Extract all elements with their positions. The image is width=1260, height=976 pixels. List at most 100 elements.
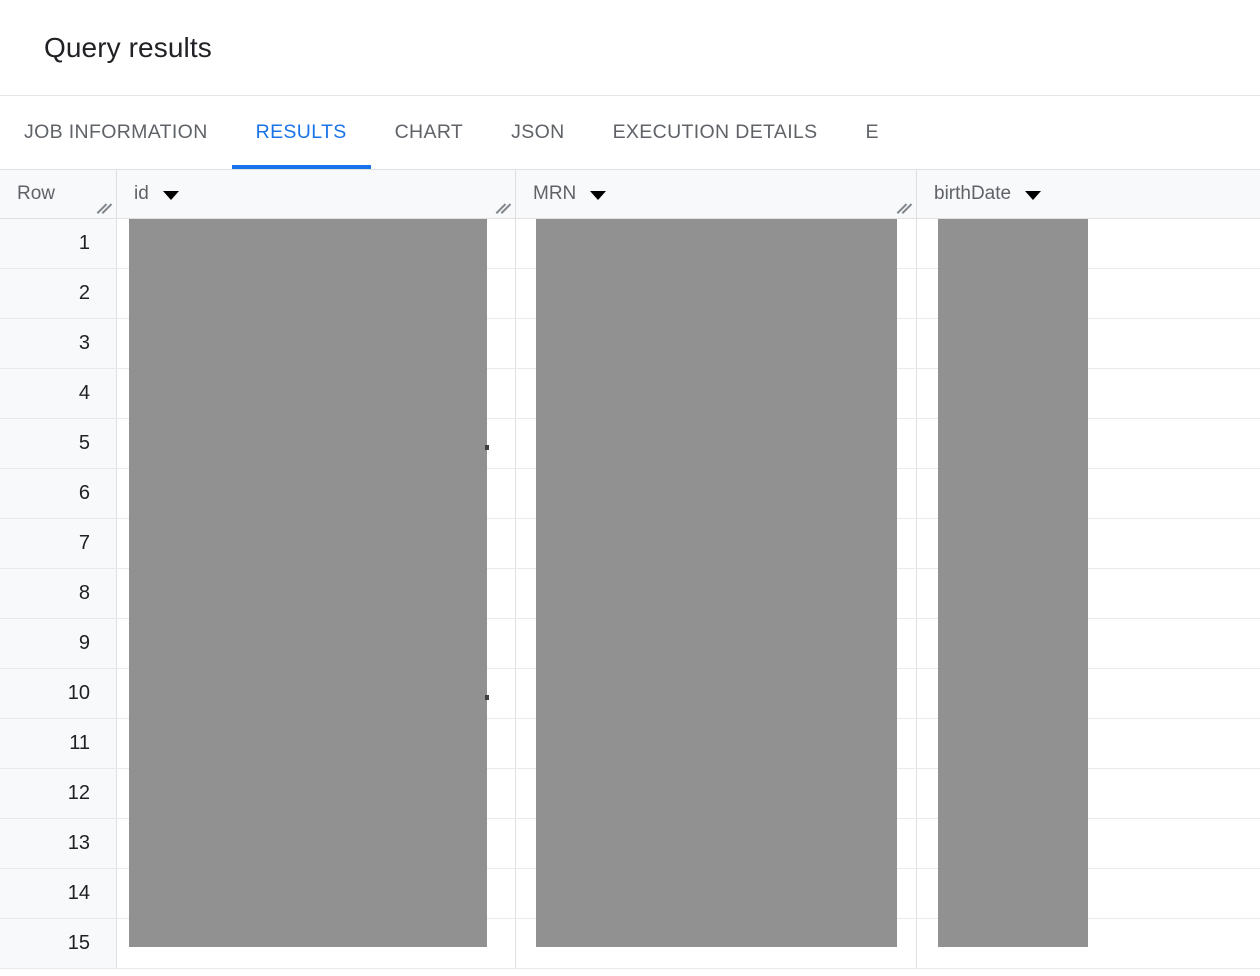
row-number: 9 (0, 619, 117, 668)
row-number: 14 (0, 869, 117, 918)
table-row[interactable]: 5 (0, 419, 1260, 469)
table-cell-mrn[interactable] (516, 819, 917, 868)
table-cell-id[interactable] (117, 719, 516, 768)
tab-label: CHART (394, 121, 464, 143)
table-row[interactable]: 3 (0, 319, 1260, 369)
table-cell-birthdate[interactable] (917, 919, 1260, 968)
column-header-id[interactable]: id (117, 170, 516, 218)
table-cell-id[interactable] (117, 419, 516, 468)
column-header-id-label: id (134, 183, 149, 204)
table-cell-birthdate[interactable] (917, 419, 1260, 468)
tab-results[interactable]: RESULTS (231, 96, 371, 169)
table-cell-mrn[interactable] (516, 419, 917, 468)
column-header-mrn-label: MRN (533, 183, 577, 204)
table-row[interactable]: 12 (0, 769, 1260, 819)
caret-down-icon[interactable] (1025, 190, 1042, 200)
table-cell-id[interactable] (117, 469, 516, 518)
table-cell-mrn[interactable] (516, 369, 917, 418)
page-title: Query results (44, 31, 212, 63)
resize-grip-icon[interactable] (897, 200, 913, 216)
table-cell-mrn[interactable] (516, 469, 917, 518)
table-cell-birthdate[interactable] (917, 519, 1260, 568)
table-cell-birthdate[interactable] (917, 319, 1260, 368)
table-row[interactable]: 8 (0, 569, 1260, 619)
table-cell-mrn[interactable] (516, 719, 917, 768)
table-cell-id[interactable] (117, 869, 516, 918)
table-row[interactable]: 10 (0, 669, 1260, 719)
table-cell-birthdate[interactable] (917, 719, 1260, 768)
table-cell-birthdate[interactable] (917, 369, 1260, 418)
resize-grip-icon[interactable] (97, 200, 113, 216)
table-cell-id[interactable] (117, 769, 516, 818)
row-number-header: Row (0, 170, 117, 218)
table-cell-id[interactable] (117, 619, 516, 668)
table-cell-id[interactable] (117, 519, 516, 568)
table-cell-mrn[interactable] (516, 669, 917, 718)
table-cell-id[interactable] (117, 369, 516, 418)
table-cell-id[interactable] (117, 919, 516, 968)
row-number: 13 (0, 819, 117, 868)
tab-clipped[interactable]: E (842, 96, 879, 169)
table-row[interactable]: 11 (0, 719, 1260, 769)
table-cell-id[interactable] (117, 569, 516, 618)
table-row[interactable]: 9 (0, 619, 1260, 669)
results-grid: Row id MRN birthDate 1 2 3 4 5 6 7 8 9 10 11 12 13 14… (0, 169, 1260, 976)
row-number: 10 (0, 669, 117, 718)
row-number: 5 (0, 419, 117, 468)
table-row[interactable]: 14 (0, 869, 1260, 919)
tab-label: RESULTS (255, 121, 347, 143)
table-row[interactable]: 1 (0, 219, 1260, 269)
row-number: 12 (0, 769, 117, 818)
resize-grip-icon[interactable] (496, 200, 512, 216)
row-number: 11 (0, 719, 117, 768)
table-cell-mrn[interactable] (516, 319, 917, 368)
table-cell-mrn[interactable] (516, 269, 917, 318)
table-cell-id[interactable] (117, 219, 516, 268)
table-row[interactable]: 7 (0, 519, 1260, 569)
table-row[interactable]: 4 (0, 369, 1260, 419)
table-cell-mrn[interactable] (516, 219, 917, 268)
table-cell-id[interactable] (117, 269, 516, 318)
row-number: 2 (0, 269, 117, 318)
tab-strip: JOB INFORMATION RESULTS CHART JSON EXECU… (0, 96, 1260, 169)
column-header-mrn[interactable]: MRN (516, 170, 917, 218)
table-cell-id[interactable] (117, 819, 516, 868)
table-cell-birthdate[interactable] (917, 619, 1260, 668)
tab-label: JSON (511, 121, 565, 143)
table-cell-birthdate[interactable] (917, 219, 1260, 268)
caret-down-icon[interactable] (590, 190, 607, 200)
row-number: 6 (0, 469, 117, 518)
tab-label: JOB INFORMATION (24, 121, 208, 143)
table-cell-birthdate[interactable] (917, 469, 1260, 518)
table-row[interactable]: 15 (0, 919, 1260, 969)
table-cell-birthdate[interactable] (917, 769, 1260, 818)
tab-execution-details[interactable]: EXECUTION DETAILS (589, 96, 842, 169)
table-cell-id[interactable] (117, 669, 516, 718)
column-header-birthdate[interactable]: birthDate (917, 170, 1260, 218)
tab-job-information[interactable]: JOB INFORMATION (0, 96, 232, 169)
table-cell-birthdate[interactable] (917, 669, 1260, 718)
table-row[interactable]: 6 (0, 469, 1260, 519)
table-cell-birthdate[interactable] (917, 269, 1260, 318)
table-cell-mrn[interactable] (516, 769, 917, 818)
tab-chart[interactable]: CHART (371, 96, 488, 169)
tab-label: E (865, 121, 879, 143)
grid-body: 1 2 3 4 5 6 7 8 9 10 11 12 13 14 15 (0, 219, 1260, 969)
row-number: 7 (0, 519, 117, 568)
table-cell-mrn[interactable] (516, 569, 917, 618)
row-number: 15 (0, 919, 117, 968)
caret-down-icon[interactable] (162, 190, 179, 200)
table-cell-mrn[interactable] (516, 869, 917, 918)
table-cell-birthdate[interactable] (917, 869, 1260, 918)
table-cell-mrn[interactable] (516, 619, 917, 668)
row-number: 1 (0, 219, 117, 268)
table-row[interactable]: 2 (0, 269, 1260, 319)
table-cell-mrn[interactable] (516, 919, 917, 968)
table-cell-id[interactable] (117, 319, 516, 368)
table-cell-birthdate[interactable] (917, 569, 1260, 618)
table-cell-birthdate[interactable] (917, 819, 1260, 868)
tab-json[interactable]: JSON (487, 96, 588, 169)
table-row[interactable]: 13 (0, 819, 1260, 869)
table-cell-mrn[interactable] (516, 519, 917, 568)
row-number-header-label: Row (17, 183, 56, 204)
